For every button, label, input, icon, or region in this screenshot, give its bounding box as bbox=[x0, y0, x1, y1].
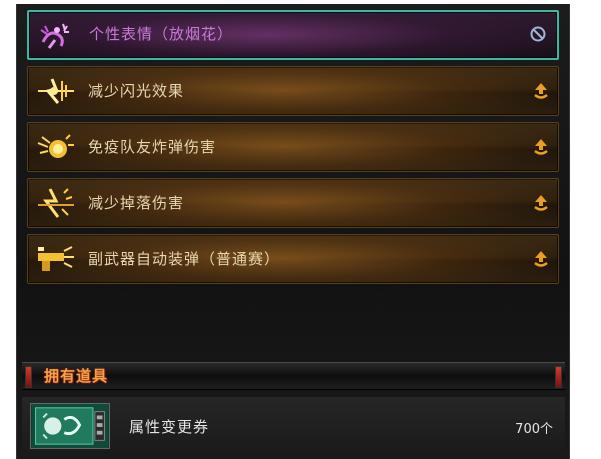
header-left-cap bbox=[25, 366, 32, 388]
header-right-cap bbox=[555, 366, 562, 388]
item-name: 属性变更券 bbox=[129, 418, 210, 436]
prohibited-icon bbox=[530, 26, 546, 42]
fireworks-icon bbox=[40, 23, 69, 49]
attribute-change-ticket-icon bbox=[30, 403, 110, 449]
inventory-header: 拥有道具 bbox=[22, 362, 565, 390]
upgrade-arrow-icon bbox=[534, 195, 548, 211]
skill-row-fall-damage[interactable]: 减少掉落伤害 bbox=[27, 178, 559, 228]
skill-list: 个性表情（放烟花） 减少闪光效果 免疫队友炸弹伤害 减少掉落伤害 副武器自动装弹… bbox=[27, 10, 559, 290]
skill-label: 减少掉落伤害 bbox=[88, 194, 185, 212]
auto-reload-icon bbox=[38, 246, 74, 271]
skill-row-bomb-immune[interactable]: 免疫队友炸弹伤害 bbox=[27, 122, 559, 172]
item-count: 700个 bbox=[515, 422, 553, 437]
skill-label: 个性表情（放烟花） bbox=[89, 25, 234, 43]
skill-row-flash-reduce[interactable]: 减少闪光效果 bbox=[27, 66, 559, 116]
upgrade-arrow-icon bbox=[534, 139, 548, 155]
skill-row-fireworks[interactable]: 个性表情（放烟花） bbox=[27, 10, 559, 60]
upgrade-arrow-icon bbox=[534, 83, 548, 99]
skill-label: 免疫队友炸弹伤害 bbox=[88, 138, 217, 156]
skill-panel: 个性表情（放烟花） 减少闪光效果 免疫队友炸弹伤害 减少掉落伤害 副武器自动装弹… bbox=[16, 4, 570, 459]
skill-label: 副武器自动装弹（普通赛） bbox=[88, 250, 281, 268]
skill-label: 减少闪光效果 bbox=[88, 82, 185, 100]
flash-reduce-icon bbox=[38, 78, 74, 104]
upgrade-arrow-icon bbox=[534, 251, 548, 267]
bomb-immune-icon bbox=[37, 134, 74, 158]
fall-damage-icon bbox=[38, 188, 74, 218]
inventory-title: 拥有道具 bbox=[44, 367, 109, 385]
skill-row-auto-reload[interactable]: 副武器自动装弹（普通赛） bbox=[27, 234, 559, 284]
inventory-item[interactable]: 属性变更券 700个 bbox=[22, 397, 565, 455]
